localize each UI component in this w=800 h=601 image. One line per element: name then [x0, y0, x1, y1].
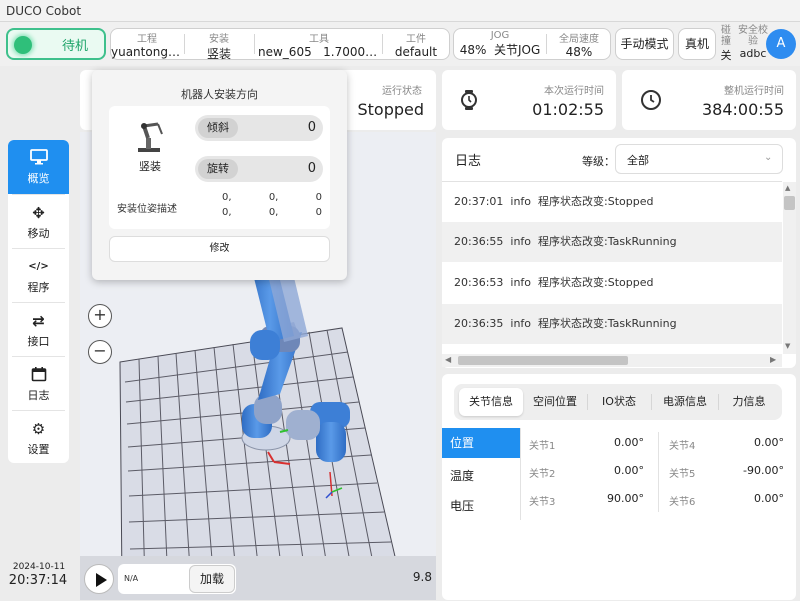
side-tab-position[interactable]: 位置	[442, 428, 520, 458]
run-time-label: 本次运行时间	[544, 86, 604, 97]
sidebar-item-move[interactable]: ✥ 移动	[8, 195, 69, 249]
modify-button[interactable]: 修改	[109, 236, 330, 262]
real-machine-button[interactable]: 真机	[678, 28, 716, 60]
log-row[interactable]: 20:37:01 info 程序状态改变:Stopped	[442, 182, 782, 222]
rotate-label: 旋转	[198, 159, 238, 179]
chevron-down-icon: ⌄	[764, 152, 773, 163]
total-time-label: 整机运行时间	[724, 86, 784, 97]
scroll-left-icon[interactable]: ◀	[445, 355, 451, 364]
run-status-value: Stopped	[357, 100, 424, 119]
sidebar: 概览 ✥ 移动 </> 程序 ⇄ 接口 日志 ⚙ 设置	[8, 140, 69, 463]
tilt-label: 倾斜	[198, 118, 238, 138]
side-tab-voltage[interactable]: 电压	[442, 492, 520, 520]
sidebar-item-overview[interactable]: 概览	[8, 140, 69, 194]
user-avatar[interactable]: A	[766, 29, 796, 59]
joint6-label: 关节6	[669, 497, 696, 508]
code-icon: </>	[28, 261, 49, 272]
rotate-value: 0	[307, 161, 316, 176]
log-title: 日志	[455, 154, 482, 169]
load-button[interactable]: 加载	[189, 565, 235, 593]
joint2-label: 关节2	[529, 469, 556, 480]
log-level-value: 全部	[627, 154, 649, 167]
joint3-value: 90.00°	[607, 492, 644, 505]
play-button[interactable]	[84, 564, 114, 594]
run-time-value: 01:02:55	[532, 100, 604, 119]
minus-icon: −	[93, 341, 107, 360]
zoom-in-button[interactable]: +	[88, 304, 112, 328]
pose-label: 安装位姿描述	[117, 204, 177, 215]
tab-spatial-position[interactable]: 空间位置	[525, 388, 585, 416]
horizontal-scroll-thumb[interactable]	[458, 356, 628, 365]
joint1-label: 关节1	[529, 441, 556, 452]
log-row[interactable]: 20:36:53 info 程序状态改变:Stopped	[442, 263, 782, 303]
sidebar-item-settings[interactable]: ⚙ 设置	[8, 411, 69, 463]
log-level-label: 等级：	[582, 155, 615, 168]
collision-toggle[interactable]: 碰撞 关	[719, 25, 733, 63]
sidebar-item-log[interactable]: 日志	[8, 357, 69, 411]
sidebar-item-program[interactable]: </> 程序	[8, 249, 69, 303]
install-selector[interactable]: 安装 竖装	[186, 30, 252, 62]
scroll-right-icon[interactable]: ▶	[770, 355, 776, 364]
side-tab-temperature[interactable]: 温度	[442, 462, 520, 490]
vertical-scroll-thumb[interactable]	[784, 196, 795, 210]
joint4-label: 关节4	[669, 441, 696, 452]
gear-icon: ⚙	[31, 420, 46, 438]
project-selector[interactable]: 工程 yuantongda...	[111, 30, 183, 59]
clock-icon	[640, 89, 662, 115]
interface-icon: ⇄	[32, 312, 45, 330]
global-speed-control[interactable]: 全局速度 48%	[548, 30, 610, 59]
safety-check-indicator[interactable]: 安全校验 adbc	[736, 25, 770, 60]
jog-selector[interactable]: JOG 48% 关节JOG	[455, 30, 545, 58]
play-icon	[96, 573, 107, 587]
mount-label: 竖装	[139, 160, 161, 173]
current-time: 20:37:14	[8, 573, 68, 588]
zoom-out-button[interactable]: −	[88, 340, 112, 364]
joint2-value: 0.00°	[614, 464, 644, 477]
fps-counter: 9.8	[412, 570, 432, 584]
tilt-value: 0	[307, 120, 316, 135]
run-status-label: 运行状态	[382, 86, 422, 97]
tab-power-info[interactable]: 电源信息	[653, 388, 717, 416]
robot-arm-icon	[134, 120, 170, 158]
manual-mode-button[interactable]: 手动模式	[615, 28, 674, 60]
calendar-icon	[8, 366, 69, 384]
scroll-up-icon[interactable]: ▲	[785, 184, 790, 192]
joint6-value: 0.00°	[754, 492, 784, 505]
move-icon: ✥	[32, 204, 45, 222]
tab-force-info[interactable]: 力信息	[720, 388, 778, 416]
floor-grid	[119, 327, 401, 587]
current-date: 2024-10-11	[12, 562, 66, 572]
monitor-icon	[8, 149, 69, 167]
joint5-label: 关节5	[669, 469, 696, 480]
joint1-value: 0.00°	[614, 436, 644, 449]
tab-joint-info[interactable]: 关节信息	[459, 388, 523, 416]
log-row[interactable]: 20:36:35 info 程序状态改变:TaskRunning	[442, 304, 782, 344]
tab-io-status[interactable]: IO状态	[589, 388, 649, 416]
window-title: DUCO Cobot	[0, 0, 800, 22]
joint5-value: -90.00°	[743, 464, 784, 477]
stopwatch-icon	[458, 89, 480, 115]
pose-values: 0, 0, 0 0, 0, 0	[222, 192, 322, 218]
total-time-value: 384:00:55	[701, 100, 784, 119]
popup-title: 机器人安装方向	[181, 88, 258, 101]
joint4-value: 0.00°	[754, 436, 784, 449]
scroll-down-icon[interactable]: ▼	[785, 342, 790, 350]
sidebar-item-interface[interactable]: ⇄ 接口	[8, 303, 69, 357]
tool-selector[interactable]: 工具 new_605 1.700000...	[258, 30, 380, 59]
joint3-label: 关节3	[529, 497, 556, 508]
status-indicator-icon	[14, 36, 32, 54]
robot-status-label: 待机	[61, 39, 88, 54]
log-row[interactable]: 20:36:55 info 程序状态改变:TaskRunning	[442, 222, 782, 262]
plus-icon: +	[93, 305, 107, 324]
program-name: N/A	[124, 574, 139, 583]
workpiece-selector[interactable]: 工件 default	[384, 30, 448, 59]
